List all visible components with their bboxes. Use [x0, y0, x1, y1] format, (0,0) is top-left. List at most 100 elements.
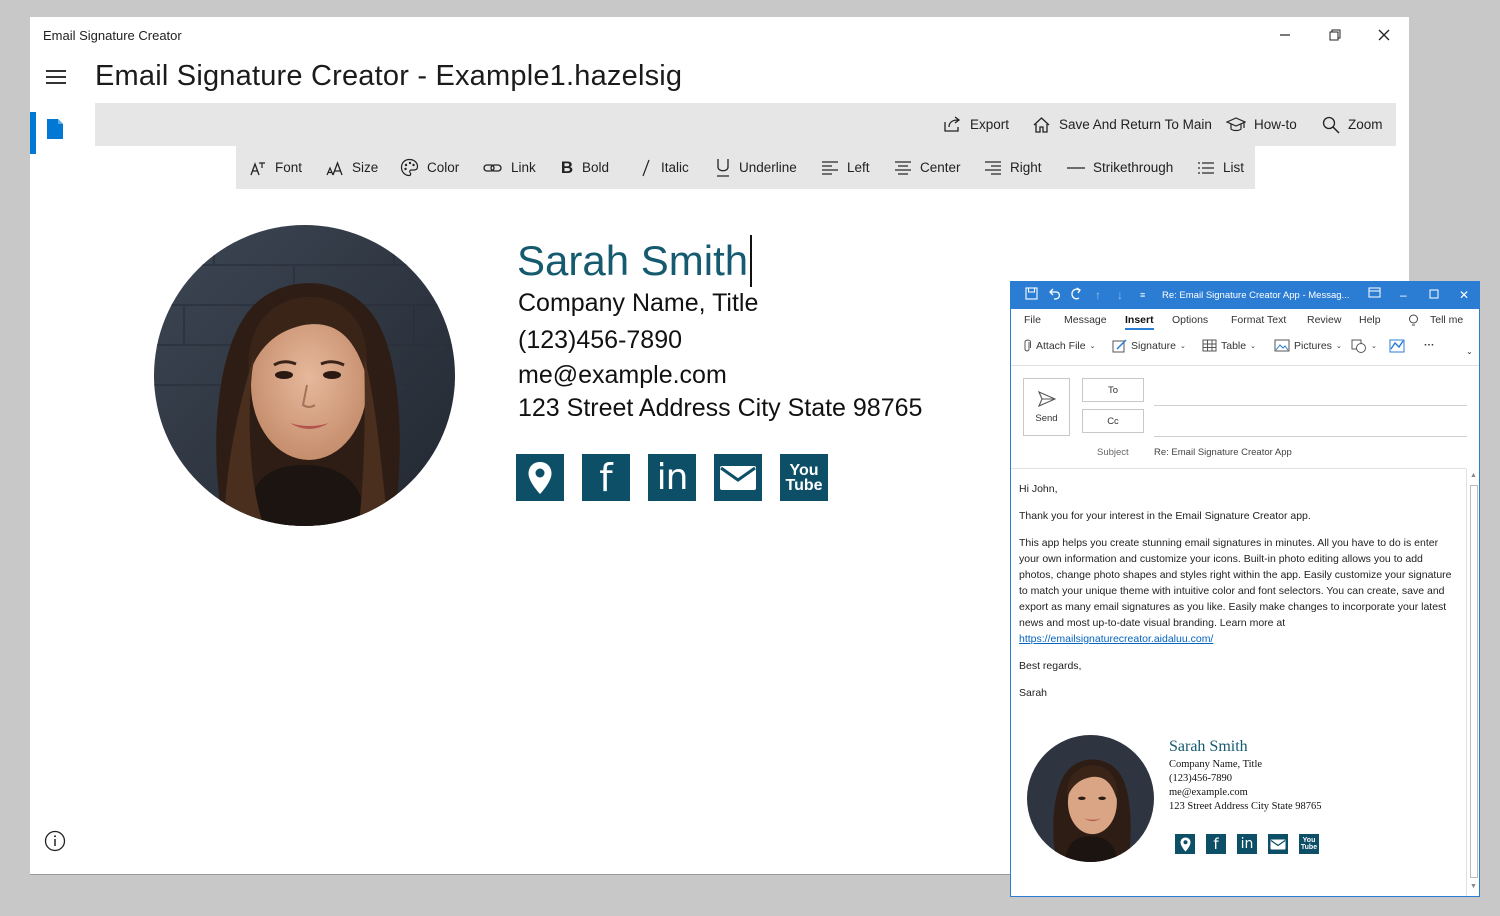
body-paragraph: This app helps you create stunning email…: [1019, 535, 1459, 647]
email-signature-address: 123 Street Address City State 98765: [1169, 801, 1322, 812]
pictures-button[interactable]: Pictures ⌄: [1274, 339, 1342, 352]
website-link[interactable]: https://emailsignaturecreator.aidaluu.co…: [1019, 633, 1213, 645]
tell-me-search[interactable]: Tell me: [1430, 314, 1463, 326]
italic-button[interactable]: Italic: [639, 146, 689, 189]
table-label: Table: [1221, 339, 1247, 352]
ribbon-display-icon[interactable]: [1368, 287, 1381, 303]
youtube-social-button[interactable]: You Tube: [780, 454, 828, 501]
closing: Best regards,: [1019, 660, 1082, 672]
hamburger-menu-icon[interactable]: [46, 70, 66, 84]
signature-company[interactable]: Company Name, Title: [518, 289, 758, 318]
arrow-up-icon[interactable]: ↑: [1095, 287, 1101, 303]
cc-button[interactable]: Cc: [1082, 409, 1144, 433]
strikethrough-icon: [1067, 166, 1085, 169]
scroll-down-icon[interactable]: ▼: [1470, 883, 1477, 890]
attach-file-button[interactable]: Attach File ⌄: [1023, 339, 1095, 353]
more-options-button[interactable]: ···: [1424, 339, 1435, 351]
size-button[interactable]: Size: [326, 146, 378, 189]
vertical-scrollbar[interactable]: ▲ ▼: [1466, 469, 1479, 896]
mail-social-button[interactable]: [714, 454, 762, 501]
email-body[interactable]: Hi John, Thank you for your interest in …: [1019, 481, 1459, 712]
color-button[interactable]: Color: [400, 146, 459, 189]
addin-button[interactable]: [1389, 339, 1405, 353]
title-bar: Email Signature Creator: [30, 17, 1409, 53]
shapes-icon: [1351, 339, 1366, 353]
list-button[interactable]: List: [1197, 146, 1244, 189]
zoom-button[interactable]: Zoom: [1322, 103, 1383, 146]
linkedin-social-button[interactable]: in: [648, 454, 696, 501]
minimize-icon[interactable]: –: [1400, 287, 1407, 303]
home-icon: [1033, 116, 1050, 133]
undo-icon[interactable]: [1047, 287, 1061, 305]
maximize-icon[interactable]: [1429, 287, 1439, 303]
table-button[interactable]: Table ⌄: [1202, 339, 1256, 352]
tab-help[interactable]: Help: [1359, 314, 1381, 326]
arrow-down-icon[interactable]: ↓: [1117, 287, 1123, 303]
scroll-up-icon[interactable]: ▲: [1470, 472, 1477, 479]
font-button[interactable]: Font: [249, 146, 302, 189]
strikethrough-button[interactable]: Strikethrough: [1067, 146, 1173, 189]
signature-photo[interactable]: [154, 225, 455, 526]
tab-insert[interactable]: Insert: [1125, 314, 1154, 330]
command-bar: Export Save And Return To Main How-to Zo…: [95, 103, 1396, 146]
how-to-button[interactable]: How-to: [1226, 103, 1297, 146]
to-field[interactable]: [1154, 405, 1467, 406]
youtube-link[interactable]: You Tube: [1299, 834, 1319, 854]
align-right-icon: [985, 161, 1001, 175]
underline-button[interactable]: Underline: [715, 146, 797, 189]
save-return-button[interactable]: Save And Return To Main: [1032, 103, 1212, 146]
signature-label: Signature: [1131, 340, 1176, 352]
signature-email[interactable]: me@example.com: [518, 361, 727, 390]
cc-field[interactable]: [1154, 436, 1467, 437]
location-link[interactable]: [1175, 834, 1195, 854]
facebook-social-button[interactable]: f: [582, 454, 630, 501]
signature-phone[interactable]: (123)456-7890: [518, 326, 682, 355]
linkedin-link[interactable]: in: [1237, 834, 1257, 854]
tab-review[interactable]: Review: [1307, 314, 1341, 326]
restore-button[interactable]: [1312, 21, 1358, 49]
close-icon[interactable]: ✕: [1459, 287, 1469, 303]
signature-name[interactable]: Sarah Smith: [517, 235, 753, 287]
chevron-down-icon: ⌄: [1335, 342, 1342, 350]
linkedin-icon: in: [1240, 836, 1254, 852]
send-button[interactable]: Send: [1023, 378, 1070, 436]
align-left-button[interactable]: Left: [821, 146, 870, 189]
link-button[interactable]: Link: [483, 146, 536, 189]
tab-options[interactable]: Options: [1172, 314, 1208, 326]
scrollbar-thumb[interactable]: [1470, 485, 1478, 878]
redo-icon[interactable]: [1069, 287, 1083, 305]
signature-button[interactable]: Signature ⌄: [1112, 339, 1186, 353]
align-right-button[interactable]: Right: [984, 146, 1042, 189]
to-button[interactable]: To: [1082, 378, 1144, 402]
customize-toolbar-icon[interactable]: ≡: [1140, 287, 1145, 303]
save-icon[interactable]: [1025, 287, 1038, 304]
subject-field[interactable]: Re: Email Signature Creator App: [1154, 447, 1292, 458]
bold-button[interactable]: B Bold: [560, 146, 609, 189]
tab-format-text[interactable]: Format Text: [1231, 314, 1286, 326]
close-button[interactable]: [1361, 21, 1407, 49]
chevron-down-icon: ⌄: [1089, 343, 1096, 350]
minimize-button[interactable]: [1262, 21, 1308, 49]
tab-message[interactable]: Message: [1064, 314, 1107, 326]
align-center-icon: [895, 161, 911, 175]
collapse-ribbon-button[interactable]: ⌄: [1466, 347, 1473, 356]
tab-file[interactable]: File: [1024, 314, 1041, 326]
window-title: Email Signature Creator: [43, 28, 182, 43]
outlook-ribbon: Attach File ⌄ Signature ⌄ Table ⌄ Pictures ⌄…: [1011, 333, 1479, 363]
italic-label: Italic: [661, 160, 689, 175]
align-center-button[interactable]: Center: [894, 146, 961, 189]
info-button[interactable]: [44, 830, 66, 857]
export-button[interactable]: Export: [943, 103, 1009, 146]
envelope-icon: [1270, 839, 1286, 849]
chevron-down-icon: ⌄: [1466, 347, 1473, 356]
facebook-link[interactable]: f: [1206, 834, 1226, 854]
shapes-button[interactable]: ⌄: [1351, 339, 1377, 353]
mail-link[interactable]: [1268, 834, 1288, 854]
signature-address[interactable]: 123 Street Address City State 98765: [518, 394, 922, 423]
size-label: Size: [352, 160, 379, 175]
restore-icon: [1329, 29, 1341, 41]
align-left-icon: [822, 161, 838, 175]
nav-item-document[interactable]: [46, 118, 64, 145]
youtube-icon-top: You: [1302, 837, 1316, 844]
location-social-button[interactable]: [516, 454, 564, 501]
